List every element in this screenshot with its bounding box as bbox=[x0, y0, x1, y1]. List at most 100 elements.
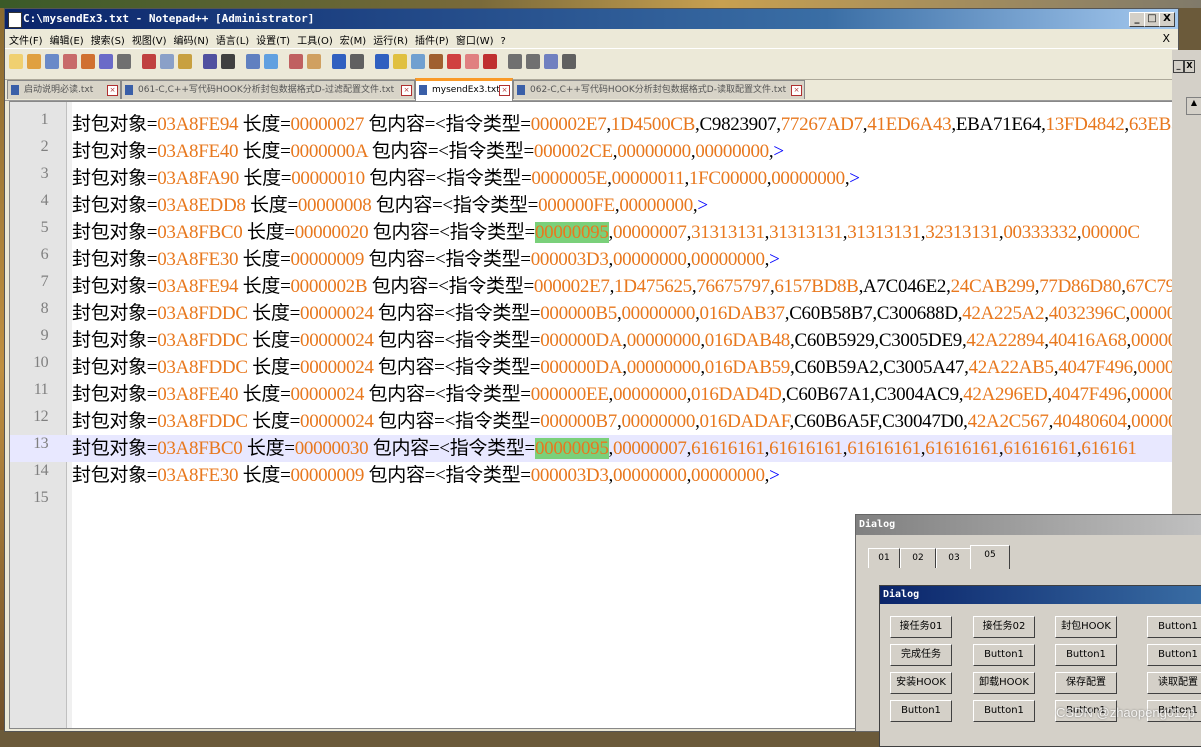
menu-item-3[interactable]: 视图(V) bbox=[128, 29, 170, 48]
menu-item-4[interactable]: 编码(N) bbox=[170, 29, 212, 48]
editor-line[interactable]: 3 封包对象=03A8FA90 长度=00000010 包内容=<指令类型=000… bbox=[10, 165, 1174, 192]
cut-icon[interactable] bbox=[142, 54, 156, 69]
menu-item-6[interactable]: 设置(T) bbox=[252, 29, 293, 48]
print-icon[interactable] bbox=[117, 54, 131, 69]
menu-item-5[interactable]: 语言(L) bbox=[212, 29, 252, 48]
dialog-button[interactable]: Button1 bbox=[973, 700, 1035, 722]
menu-item-11[interactable]: 窗口(W) bbox=[452, 29, 497, 48]
dialog-tab-02[interactable]: 02 bbox=[900, 548, 936, 568]
record-macro-icon[interactable] bbox=[508, 54, 522, 69]
menu-item-0[interactable]: 文件(F) bbox=[5, 29, 46, 48]
doc-map-icon[interactable] bbox=[429, 54, 443, 69]
title-bar[interactable]: C:\mysendEx3.txt - Notepad++ [Administra… bbox=[5, 9, 1178, 29]
open-file-icon[interactable] bbox=[27, 54, 41, 69]
maximize-button[interactable]: □ bbox=[1144, 12, 1160, 27]
dialog-button[interactable]: 封包HOOK bbox=[1055, 616, 1117, 638]
dialog-button[interactable]: Button1 bbox=[973, 644, 1035, 666]
editor-line[interactable]: 1 封包对象=03A8FE94 长度=00000027 包内容=<指令类型=000… bbox=[10, 111, 1174, 138]
new-file-icon[interactable] bbox=[9, 54, 23, 69]
dialog-button[interactable]: Button1 bbox=[890, 700, 952, 722]
editor-line[interactable]: 9 封包对象=03A8FDDC 长度=00000024 包内容=<指令类型=000… bbox=[10, 327, 1174, 354]
dialog-tab-03[interactable]: 03 bbox=[936, 548, 972, 568]
tab-0[interactable]: 启动说明必读.txt × bbox=[7, 80, 121, 99]
inner-dialog-title[interactable]: Dialog bbox=[880, 586, 1201, 604]
paste-icon[interactable] bbox=[178, 54, 192, 69]
dialog-button[interactable]: 保存配置 bbox=[1055, 672, 1117, 694]
dialog-button[interactable]: 接任务02 bbox=[973, 616, 1035, 638]
undo-icon[interactable] bbox=[203, 54, 217, 69]
close-icon[interactable]: X bbox=[1184, 60, 1195, 73]
dialog-button[interactable]: Button1 bbox=[1055, 644, 1117, 666]
monitor-icon[interactable] bbox=[483, 54, 497, 69]
data-value: 00000011 bbox=[611, 168, 685, 189]
sync-horizontal-icon[interactable] bbox=[350, 54, 364, 69]
editor-line[interactable]: 10 封包对象=03A8FDDC 长度=00000024 包内容=<指令类型=00… bbox=[10, 354, 1174, 381]
close-all-icon[interactable] bbox=[99, 54, 113, 69]
minimize-button[interactable]: _ bbox=[1129, 12, 1145, 27]
editor-line[interactable]: 2 封包对象=03A8FE40 长度=0000000A 包内容=<指令类型=000… bbox=[10, 138, 1174, 165]
editor-line[interactable]: 12 封包对象=03A8FDDC 长度=00000024 包内容=<指令类型=00… bbox=[10, 408, 1174, 435]
dialog-button[interactable]: 接任务01 bbox=[890, 616, 952, 638]
data-value: 40416A68 bbox=[1048, 330, 1127, 351]
folder-workspace-icon[interactable] bbox=[465, 54, 479, 69]
dialog-button[interactable]: Button1 bbox=[1147, 644, 1201, 666]
line-text: 封包对象=03A8FBC0 长度=00000030 包内容=<指令类型=0000… bbox=[72, 435, 1137, 462]
stop-record-icon[interactable] bbox=[526, 54, 540, 69]
copy-icon[interactable] bbox=[160, 54, 174, 69]
editor-line[interactable]: 8 封包对象=03A8FDDC 长度=00000024 包内容=<指令类型=000… bbox=[10, 300, 1174, 327]
save-icon[interactable] bbox=[45, 54, 59, 69]
tab-1[interactable]: 061-C,C++写代码HOOK分析封包数据格式D-过滤配置文件.txt × bbox=[121, 80, 415, 99]
document-close-button[interactable]: X bbox=[1162, 32, 1170, 45]
find-icon[interactable] bbox=[246, 54, 260, 69]
sync-vertical-icon[interactable] bbox=[332, 54, 346, 69]
dialog-button[interactable]: Button1 bbox=[1147, 616, 1201, 638]
editor-line[interactable]: 15 bbox=[10, 489, 1174, 516]
save-macro-icon[interactable] bbox=[562, 54, 576, 69]
dialog-title[interactable]: Dialog bbox=[856, 515, 1201, 535]
editor-line[interactable]: 4 封包对象=03A8EDD8 长度=00000008 包内容=<指令类型=000… bbox=[10, 192, 1174, 219]
editor-line[interactable]: 5 封包对象=03A8FBC0 长度=00000020 包内容=<指令类型=000… bbox=[10, 219, 1174, 246]
tab-close-icon[interactable]: × bbox=[499, 85, 510, 96]
dialog-button[interactable]: 卸载HOOK bbox=[973, 672, 1035, 694]
data-value: 61616161 bbox=[769, 438, 843, 459]
menu-item-9[interactable]: 运行(R) bbox=[369, 29, 411, 48]
editor-line[interactable]: 7 封包对象=03A8FE94 长度=0000002B 包内容=<指令类型=000… bbox=[10, 273, 1174, 300]
menu-item-2[interactable]: 搜索(S) bbox=[87, 29, 128, 48]
close-button[interactable]: X bbox=[1159, 12, 1175, 27]
dialog-tab-05[interactable]: 05 bbox=[970, 545, 1010, 569]
tab-close-icon[interactable]: × bbox=[791, 85, 802, 96]
zoom-out-icon[interactable] bbox=[307, 54, 321, 69]
replace-icon[interactable] bbox=[264, 54, 278, 69]
editor-line[interactable]: 11 封包对象=03A8FE40 长度=00000024 包内容=<指令类型=00… bbox=[10, 381, 1174, 408]
close-file-icon[interactable] bbox=[81, 54, 95, 69]
label-length: 长度= bbox=[247, 411, 300, 432]
minimize-icon[interactable]: _ bbox=[1173, 60, 1184, 73]
show-all-chars-icon[interactable] bbox=[393, 54, 407, 69]
editor-line[interactable]: 6 封包对象=03A8FE30 长度=00000009 包内容=<指令类型=000… bbox=[10, 246, 1174, 273]
tab-close-icon[interactable]: × bbox=[107, 85, 118, 96]
function-list-icon[interactable] bbox=[447, 54, 461, 69]
menu-item-7[interactable]: 工具(O) bbox=[293, 29, 336, 48]
tab-close-icon[interactable]: × bbox=[401, 85, 412, 96]
editor-line[interactable]: 14 封包对象=03A8FE30 长度=00000009 包内容=<指令类型=00… bbox=[10, 462, 1174, 489]
line-number: 6 bbox=[40, 246, 49, 263]
label-command-type: 指令类型= bbox=[449, 438, 536, 459]
tab-2[interactable]: mysendEx3.txt × bbox=[415, 78, 513, 102]
label-packet-object: 封包对象= bbox=[72, 195, 158, 216]
dialog-tab-01[interactable]: 01 bbox=[868, 548, 900, 568]
indent-guide-icon[interactable] bbox=[411, 54, 425, 69]
dialog-button[interactable]: 读取配置 bbox=[1147, 672, 1201, 694]
play-macro-icon[interactable] bbox=[544, 54, 558, 69]
menu-item-10[interactable]: 插件(P) bbox=[411, 29, 452, 48]
dialog-button[interactable]: 完成任务 bbox=[890, 644, 952, 666]
redo-icon[interactable] bbox=[221, 54, 235, 69]
save-all-icon[interactable] bbox=[63, 54, 77, 69]
dialog-button[interactable]: 安装HOOK bbox=[890, 672, 952, 694]
editor-line[interactable]: 13 封包对象=03A8FBC0 长度=00000030 包内容=<指令类型=00… bbox=[10, 435, 1174, 462]
word-wrap-icon[interactable] bbox=[375, 54, 389, 69]
zoom-in-icon[interactable] bbox=[289, 54, 303, 69]
tab-3[interactable]: 062-C,C++写代码HOOK分析封包数据格式D-读取配置文件.txt × bbox=[513, 80, 805, 99]
scroll-up-arrow-icon[interactable]: ▲ bbox=[1186, 97, 1201, 115]
menu-item-1[interactable]: 编辑(E) bbox=[46, 29, 87, 48]
menu-item-8[interactable]: 宏(M) bbox=[336, 29, 369, 48]
